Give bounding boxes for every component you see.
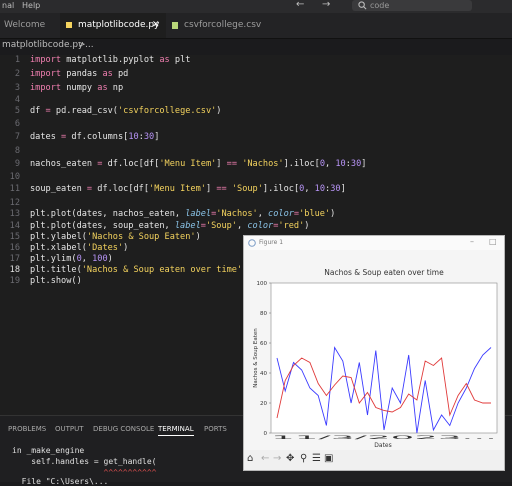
home-icon[interactable]: ⌂	[247, 453, 253, 464]
python-file-icon	[66, 22, 72, 28]
line-number: 9	[14, 159, 20, 169]
y-tick-label: 60	[260, 341, 267, 347]
minimize-icon[interactable]: –	[470, 237, 474, 246]
line-chart: Nachos & Soup eaten over time 0 20 40 60 80 1…	[253, 268, 498, 449]
line-number: 15	[9, 232, 20, 242]
line-number: 10	[9, 172, 20, 182]
line-number: 19	[9, 276, 20, 286]
x-tick-labels: 11/3/2023...	[271, 435, 497, 441]
line-number: 14	[9, 221, 20, 231]
terminal-line: in _make_engine	[12, 446, 85, 455]
line-number: 5	[14, 106, 20, 116]
code-line: plt.plot(dates, nachos_eaten, label='Nac…	[30, 209, 336, 219]
tab-label: Welcome	[4, 20, 46, 30]
x-axis-label: Dates	[374, 442, 391, 449]
tab-csvforcollege[interactable]: csvforcollege.csv	[168, 13, 278, 38]
search-box[interactable]: code	[352, 0, 472, 11]
line-number: 3	[14, 83, 20, 93]
line-number: 1	[14, 55, 20, 65]
line-number: 17	[9, 254, 20, 264]
menu-item-nal[interactable]: nal	[2, 1, 14, 10]
y-tick-label: 20	[260, 401, 267, 407]
code-line: plt.ylim(0, 100)	[30, 254, 113, 264]
panel-tab-terminal[interactable]: TERMINAL	[158, 425, 194, 436]
y-tick-label: 0	[264, 431, 268, 437]
breadcrumb-file[interactable]: matplotlibcode.py	[2, 40, 83, 50]
y-axis-label: Nachos & Soup Eaten	[253, 328, 259, 388]
back-arrow-icon[interactable]: ←	[296, 0, 304, 10]
breadcrumb: matplotlibcode.py > ...	[0, 39, 512, 54]
matplotlib-icon	[248, 239, 256, 247]
tab-matplotlibcode[interactable]: matplotlibcode.py ✕	[60, 13, 166, 38]
figure-title-bar: Figure 1 – □	[244, 236, 504, 250]
back-icon[interactable]: ←	[261, 453, 269, 464]
code-line: plt.show()	[30, 276, 82, 286]
code-line: plt.plot(dates, soup_eaten, label='Soup'…	[30, 221, 310, 231]
panel-tab-output[interactable]: OUTPUT	[55, 425, 84, 433]
code-line: soup_eaten = df.loc[df['Menu Item'] == '…	[30, 184, 346, 194]
figure-window-title: Figure 1	[259, 239, 284, 246]
code-line: plt.xlabel('Dates')	[30, 243, 129, 253]
breadcrumb-rest[interactable]: ...	[85, 40, 94, 50]
save-icon[interactable]: ▣	[324, 453, 333, 464]
code-line: import matplotlib.pyplot as plt	[30, 55, 191, 65]
tab-label: csvforcollege.csv	[184, 20, 262, 30]
line-number: 16	[9, 243, 20, 253]
code-line: import numpy as np	[30, 83, 124, 93]
line-number: 7	[14, 132, 20, 142]
forward-arrow-icon[interactable]: →	[322, 0, 330, 10]
pan-icon[interactable]: ✥	[286, 453, 294, 464]
forward-icon[interactable]: →	[273, 453, 281, 464]
figure-window[interactable]: Figure 1 – □ Nachos & Soup eaten over ti…	[243, 235, 505, 471]
line-number: 8	[14, 146, 20, 156]
y-tick-label: 80	[260, 311, 267, 317]
line-number: 12	[9, 198, 20, 208]
panel-tab-problems[interactable]: PROBLEMS	[8, 425, 46, 433]
code-line: plt.title('Nachos & Soup eaten over time…	[30, 265, 247, 275]
editor-tab-bar: Welcome matplotlibcode.py ✕ csvforcolleg…	[0, 13, 512, 39]
search-icon	[358, 1, 367, 10]
line-number: 2	[14, 69, 20, 79]
search-placeholder: code	[370, 1, 390, 10]
maximize-icon[interactable]: □	[489, 237, 497, 246]
line-number: 11	[9, 184, 20, 194]
csv-file-icon	[172, 22, 178, 29]
menu-item-help[interactable]: Help	[22, 1, 40, 10]
panel-tab-ports[interactable]: PORTS	[204, 425, 227, 433]
line-number: 6	[14, 119, 20, 129]
code-line: plt.ylabel('Nachos & Soup Eaten')	[30, 232, 201, 242]
panel-tab-debug-console[interactable]: DEBUG CONSOLE	[93, 425, 154, 433]
tab-label: matplotlibcode.py	[78, 20, 160, 30]
terminal-line: File "C:\Users\...	[12, 477, 109, 486]
y-tick-label: 100	[257, 281, 268, 287]
code-line: dates = df.columns[10:30]	[30, 132, 160, 142]
code-line: nachos_eaten = df.loc[df['Menu Item'] ==…	[30, 159, 367, 169]
line-number: 13	[9, 209, 20, 219]
zoom-icon[interactable]: ⚲	[300, 453, 307, 464]
close-icon[interactable]: ✕	[152, 13, 160, 38]
figure-toolbar: ⌂ ← → ✥ ⚲ ☰ ▣	[244, 450, 504, 470]
chart-title: Nachos & Soup eaten over time	[324, 268, 444, 277]
line-number: 4	[14, 95, 20, 105]
terminal-line: ^^^^^^^^^^^	[12, 468, 157, 477]
line-number: 18	[9, 265, 20, 275]
y-tick-label: 40	[260, 371, 267, 377]
code-line: import pandas as pd	[30, 69, 129, 79]
code-line: df = pd.read_csv('csvforcollege.csv')	[30, 106, 222, 116]
terminal-line: self.handles = get_handle(	[12, 457, 157, 466]
tab-welcome[interactable]: Welcome	[0, 13, 62, 38]
configure-icon[interactable]: ☰	[312, 453, 321, 464]
